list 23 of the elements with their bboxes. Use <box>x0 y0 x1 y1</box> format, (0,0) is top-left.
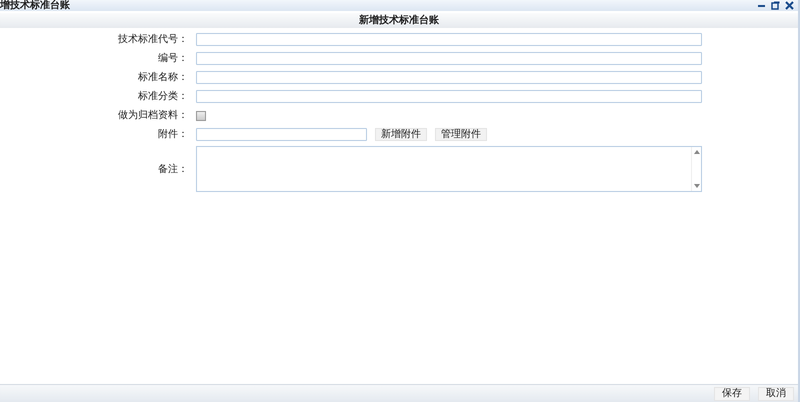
text-field[interactable] <box>196 33 702 46</box>
field-label: 备注： <box>158 162 188 176</box>
attachment-field[interactable] <box>196 128 367 141</box>
text-field[interactable] <box>196 71 702 84</box>
footer-button[interactable]: 保存 <box>714 386 750 400</box>
footer-button[interactable]: 取消 <box>758 386 794 400</box>
attachment-button[interactable]: 新增附件 <box>375 128 427 141</box>
scroll-up-icon[interactable] <box>694 150 700 154</box>
field-label: 做为归档资料： <box>118 108 188 123</box>
text-field[interactable] <box>196 90 702 103</box>
checkbox[interactable] <box>196 110 206 120</box>
field-label: 标准分类： <box>138 90 188 104</box>
restore-icon[interactable] <box>771 1 780 10</box>
close-icon[interactable] <box>785 1 794 10</box>
scroll-down-icon[interactable] <box>694 184 700 188</box>
field-label: 附件： <box>158 128 188 142</box>
field-label: 编号： <box>158 52 188 66</box>
field-label: 技术标准代号： <box>118 32 188 47</box>
text-field[interactable] <box>196 52 702 65</box>
form-title: 新增技术标准台账 <box>359 13 439 28</box>
remarks-field[interactable] <box>196 146 702 192</box>
attachment-button[interactable]: 管理附件 <box>435 128 487 141</box>
field-label: 标准名称： <box>138 70 188 85</box>
